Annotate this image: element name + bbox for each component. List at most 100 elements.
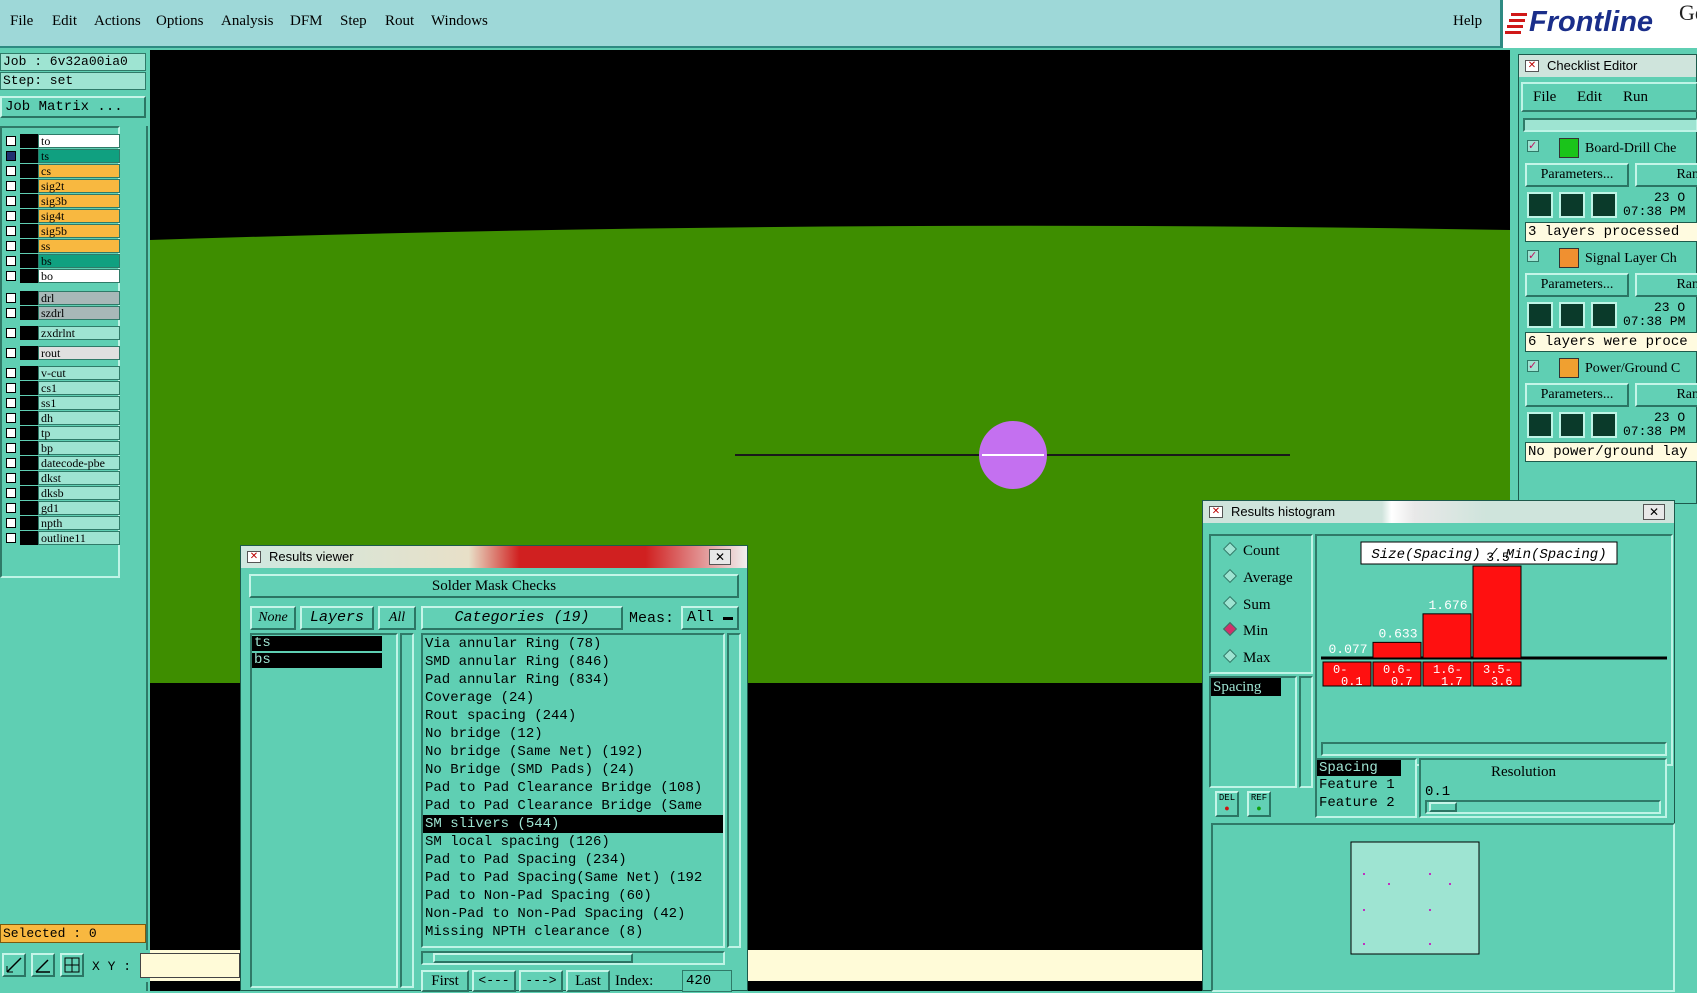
category-item[interactable]: Pad to Pad Spacing (234): [423, 851, 723, 869]
layer-name[interactable]: to: [38, 134, 120, 148]
layer-list-scrollbar[interactable]: [400, 633, 414, 988]
ref-button[interactable]: REF ●: [1247, 791, 1271, 817]
field-feature-2[interactable]: Feature 2: [1317, 794, 1415, 812]
report-icon[interactable]: [1591, 192, 1617, 218]
layer-row[interactable]: sig4t: [4, 209, 120, 223]
layer-checkbox[interactable]: [6, 271, 16, 281]
menu-windows[interactable]: Windows: [431, 13, 488, 30]
layer-name[interactable]: outline11: [38, 531, 120, 545]
layer-checkbox[interactable]: [6, 413, 16, 423]
layer-row[interactable]: sig5b: [4, 224, 120, 238]
last-button[interactable]: Last: [566, 970, 610, 992]
layer-checkbox[interactable]: [6, 398, 16, 408]
menu-file[interactable]: File: [10, 13, 33, 30]
radio-sum[interactable]: Sum: [1222, 595, 1271, 615]
range-button[interactable]: Ran: [1635, 163, 1697, 187]
layer-name[interactable]: cs1: [38, 381, 120, 395]
category-item[interactable]: SM local spacing (126): [423, 833, 723, 851]
layer-checkbox[interactable]: [6, 458, 16, 468]
scroll-thumb[interactable]: [433, 953, 633, 963]
category-item[interactable]: SM slivers (544): [423, 815, 723, 833]
radio-average[interactable]: Average: [1222, 568, 1293, 588]
layer-row[interactable]: ss1: [4, 396, 120, 410]
category-item[interactable]: Coverage (24): [423, 689, 723, 707]
run-icon[interactable]: [1527, 302, 1553, 328]
field-feature-1[interactable]: Feature 1: [1317, 776, 1415, 794]
layer-name[interactable]: rout: [38, 346, 120, 360]
layer-name[interactable]: npth: [38, 516, 120, 530]
layer-row[interactable]: bs: [4, 254, 120, 268]
category-item[interactable]: Pad annular Ring (834): [423, 671, 723, 689]
histogram-bar[interactable]: [1422, 613, 1472, 659]
check-toggle-icon[interactable]: ✓: [1527, 250, 1539, 262]
layer-name[interactable]: ss1: [38, 396, 120, 410]
layers-button[interactable]: Layers: [300, 606, 374, 630]
view-icon[interactable]: [1559, 412, 1585, 438]
category-scrollbar-v[interactable]: [727, 633, 741, 948]
layer-row[interactable]: tp: [4, 426, 120, 440]
layer-name[interactable]: dkst: [38, 471, 120, 485]
layer-row[interactable]: v-cut: [4, 366, 120, 380]
category-scrollbar-h[interactable]: [421, 951, 725, 965]
field-spacing[interactable]: Spacing: [1317, 760, 1401, 776]
layer-checkbox[interactable]: [6, 181, 16, 191]
layer-row[interactable]: szdrl: [4, 306, 120, 320]
categories-button[interactable]: Categories (19): [421, 606, 623, 630]
ce-menu-run[interactable]: Run: [1623, 89, 1648, 106]
layer-row[interactable]: ss: [4, 239, 120, 253]
check-name[interactable]: Power/Ground C: [1585, 361, 1680, 377]
all-button[interactable]: All: [378, 606, 416, 630]
resolution-slider[interactable]: [1425, 800, 1661, 814]
layer-name[interactable]: dh: [38, 411, 120, 425]
category-item[interactable]: SMD annular Ring (846): [423, 653, 723, 671]
histogram-titlebar[interactable]: ✕ Results histogram ✕: [1203, 501, 1674, 523]
range-button[interactable]: Ran: [1635, 273, 1697, 297]
category-item[interactable]: No bridge (12): [423, 725, 723, 743]
layer-name[interactable]: sig3b: [38, 194, 120, 208]
category-list[interactable]: Via annular Ring (78) SMD annular Ring (8…: [421, 633, 725, 948]
layer-row[interactable]: ts: [4, 149, 120, 163]
layer-row[interactable]: bo: [4, 269, 120, 283]
layer-row[interactable]: outline11: [4, 531, 120, 545]
solder-mask-checks-header[interactable]: Solder Mask Checks: [249, 574, 739, 598]
category-item[interactable]: Pad to Pad Spacing(Same Net) (192: [423, 869, 723, 887]
parameters-button[interactable]: Parameters...: [1525, 383, 1629, 407]
layer-checkbox[interactable]: [6, 328, 16, 338]
layer-results-list[interactable]: ts bs: [250, 633, 398, 988]
layer-name[interactable]: dksb: [38, 486, 120, 500]
menu-help[interactable]: Help: [1453, 13, 1482, 30]
layer-name[interactable]: sig4t: [38, 209, 120, 223]
layer-result-item[interactable]: ts: [252, 636, 382, 651]
histogram-bar[interactable]: [1472, 565, 1522, 659]
layer-checkbox[interactable]: [6, 256, 16, 266]
xy-input[interactable]: [140, 953, 240, 978]
layer-name[interactable]: ss: [38, 239, 120, 253]
layer-name[interactable]: zxdrlnt: [38, 326, 120, 340]
layer-name[interactable]: sig5b: [38, 224, 120, 238]
category-item[interactable]: Non-Pad to Non-Pad Spacing (42): [423, 905, 723, 923]
layer-row[interactable]: sig2t: [4, 179, 120, 193]
layer-row[interactable]: zxdrlnt: [4, 326, 120, 340]
layer-checkbox[interactable]: [6, 428, 16, 438]
histogram-bar[interactable]: [1372, 641, 1422, 659]
layer-row[interactable]: drl: [4, 291, 120, 305]
layer-row[interactable]: dkst: [4, 471, 120, 485]
menu-edit[interactable]: Edit: [52, 13, 77, 30]
layer-name[interactable]: cs: [38, 164, 120, 178]
layer-name[interactable]: bo: [38, 269, 120, 283]
layer-row[interactable]: npth: [4, 516, 120, 530]
field-selector-list[interactable]: Spacing Feature 1 Feature 2: [1315, 758, 1417, 818]
index-input[interactable]: 420: [682, 970, 732, 992]
report-icon[interactable]: [1591, 412, 1617, 438]
check-toggle-icon[interactable]: ✓: [1527, 360, 1539, 372]
layer-row[interactable]: gd1: [4, 501, 120, 515]
job-matrix-button[interactable]: Job Matrix ...: [0, 96, 146, 118]
results-viewer-titlebar[interactable]: ✕ Results viewer ✕: [241, 546, 747, 568]
layer-checkbox[interactable]: [6, 443, 16, 453]
prev-button[interactable]: <---: [472, 970, 516, 992]
category-item[interactable]: Pad to Pad Clearance Bridge (108): [423, 779, 723, 797]
layer-row[interactable]: dksb: [4, 486, 120, 500]
check-name[interactable]: Signal Layer Ch: [1585, 251, 1677, 267]
layer-checkbox[interactable]: [6, 368, 16, 378]
layer-name[interactable]: sig2t: [38, 179, 120, 193]
